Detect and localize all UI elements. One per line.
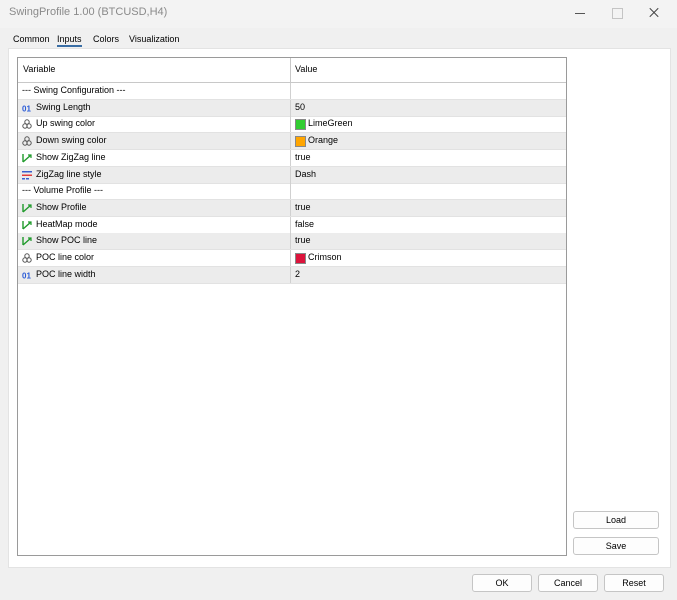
color-icon bbox=[22, 119, 32, 130]
row-value[interactable]: Crimson bbox=[308, 252, 342, 262]
color-icon bbox=[22, 253, 32, 263]
boolean-icon bbox=[22, 236, 32, 246]
column-divider bbox=[290, 266, 291, 283]
boolean-icon bbox=[22, 203, 32, 213]
column-divider bbox=[290, 133, 291, 150]
column-divider bbox=[290, 99, 291, 116]
row-value[interactable]: 50 bbox=[295, 102, 305, 112]
row-label: Show POC line bbox=[36, 235, 98, 246]
row-value[interactable]: false bbox=[295, 219, 314, 229]
reset-button[interactable]: Reset bbox=[604, 574, 664, 592]
input-row[interactable]: Up swing color LimeGreen bbox=[18, 116, 566, 134]
row-label: Up swing color bbox=[36, 118, 96, 129]
svg-text:01: 01 bbox=[22, 271, 31, 280]
input-row[interactable]: Show Profile true bbox=[18, 199, 566, 217]
column-divider bbox=[290, 149, 291, 166]
row-label: Down swing color bbox=[36, 135, 107, 146]
color-swatch[interactable] bbox=[295, 136, 306, 148]
integer-icon: 01 bbox=[22, 103, 32, 113]
row-label: ZigZag line style bbox=[36, 168, 102, 179]
row-value[interactable]: LimeGreen bbox=[308, 118, 353, 128]
header-variable[interactable]: Variable bbox=[23, 64, 55, 74]
ok-button[interactable]: OK bbox=[472, 574, 532, 592]
grid-header: Variable Value bbox=[18, 58, 566, 83]
row-label: HeatMap mode bbox=[36, 218, 98, 229]
row-value[interactable]: true bbox=[295, 152, 311, 162]
input-row[interactable]: Show ZigZag line true bbox=[18, 149, 566, 167]
row-label: --- Volume Profile --- bbox=[22, 185, 104, 196]
column-divider bbox=[290, 216, 291, 233]
tab-visualization[interactable]: Visualization bbox=[129, 34, 179, 44]
line-style-icon bbox=[22, 170, 32, 180]
input-row[interactable]: 01 Swing Length 50 bbox=[18, 99, 566, 117]
row-label: --- Swing Configuration --- bbox=[22, 85, 126, 95]
save-button[interactable]: Save bbox=[573, 537, 659, 555]
tab-common[interactable]: Common bbox=[13, 34, 50, 44]
header-value[interactable]: Value bbox=[295, 64, 317, 74]
maximize-icon bbox=[603, 4, 631, 22]
close-icon[interactable] bbox=[640, 4, 668, 22]
boolean-icon bbox=[22, 153, 32, 163]
tab-colors[interactable]: Colors bbox=[93, 34, 119, 44]
input-row[interactable]: Down swing color Orange bbox=[18, 133, 566, 151]
section-row[interactable]: --- Volume Profile --- bbox=[18, 183, 566, 201]
row-label: POC line width bbox=[36, 268, 96, 279]
row-value[interactable]: 2 bbox=[295, 269, 300, 279]
column-divider bbox=[290, 250, 291, 266]
row-label: Show ZigZag line bbox=[36, 151, 106, 162]
input-row[interactable]: Show POC line true bbox=[18, 233, 566, 251]
color-icon bbox=[22, 136, 32, 146]
title-bar: SwingProfile 1.00 (BTCUSD,H4) bbox=[0, 0, 677, 29]
column-divider bbox=[290, 199, 291, 216]
color-swatch[interactable] bbox=[295, 119, 306, 131]
load-button[interactable]: Load bbox=[573, 511, 659, 529]
tab-inputs[interactable]: Inputs bbox=[57, 34, 82, 47]
svg-text:01: 01 bbox=[22, 104, 31, 113]
section-row[interactable]: --- Swing Configuration --- bbox=[18, 83, 566, 100]
boolean-icon bbox=[22, 220, 32, 230]
row-label: Swing Length bbox=[36, 101, 91, 112]
header-separator[interactable] bbox=[290, 58, 291, 82]
input-row[interactable]: 01 POC line width 2 bbox=[18, 266, 566, 284]
inputs-grid: Variable Value --- Swing Configuration -… bbox=[17, 57, 567, 556]
color-swatch[interactable] bbox=[295, 253, 306, 264]
cancel-button[interactable]: Cancel bbox=[538, 574, 598, 592]
column-divider bbox=[290, 83, 291, 99]
input-row[interactable]: POC line color Crimson bbox=[18, 250, 566, 267]
row-value[interactable]: true bbox=[295, 202, 311, 212]
tab-bar: Common Inputs Colors Visualization bbox=[0, 28, 677, 48]
input-row[interactable]: ZigZag line style Dash bbox=[18, 166, 566, 184]
row-value[interactable]: Dash bbox=[295, 169, 316, 179]
column-divider bbox=[290, 233, 291, 250]
column-divider bbox=[290, 116, 291, 133]
row-label: Show Profile bbox=[36, 201, 87, 212]
minimize-icon[interactable] bbox=[566, 4, 594, 22]
column-divider bbox=[290, 166, 291, 183]
row-value[interactable]: true bbox=[295, 235, 311, 245]
row-value[interactable]: Orange bbox=[308, 135, 338, 145]
integer-icon: 01 bbox=[22, 270, 32, 280]
row-label: POC line color bbox=[36, 252, 95, 262]
column-divider bbox=[290, 183, 291, 200]
input-row[interactable]: HeatMap mode false bbox=[18, 216, 566, 234]
window-title: SwingProfile 1.00 (BTCUSD,H4) bbox=[9, 6, 168, 18]
